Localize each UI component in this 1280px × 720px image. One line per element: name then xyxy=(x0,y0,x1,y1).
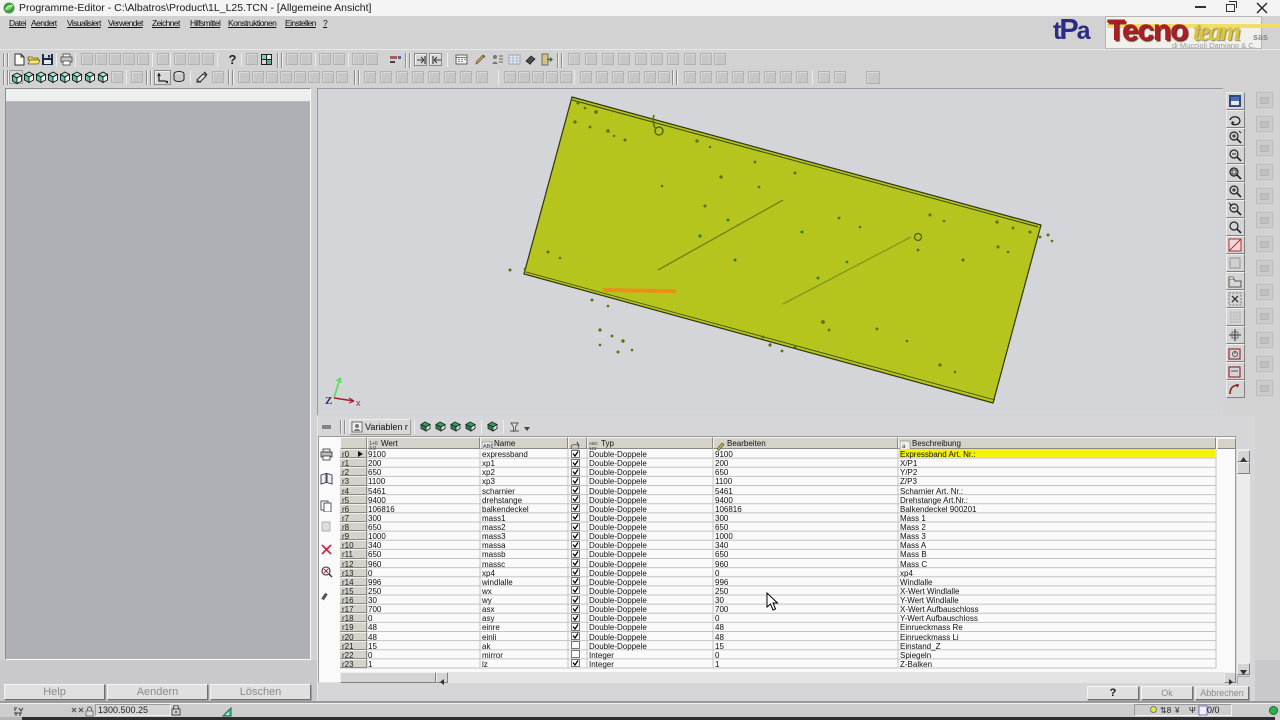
svg-text:⇅8: ⇅8 xyxy=(1160,706,1172,715)
svg-text:¥: ¥ xyxy=(1174,706,1180,715)
svg-text:Ψ: Ψ xyxy=(1189,706,1196,715)
